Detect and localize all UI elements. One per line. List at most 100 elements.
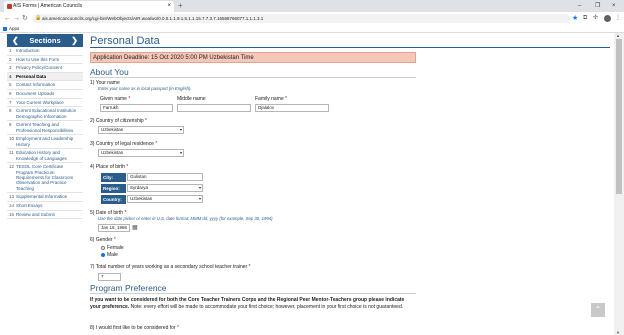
question-citizenship: 2) Country of citizenship *	[90, 118, 147, 124]
question-birthplace: 4) Place of birth *	[90, 164, 128, 170]
item-label: Supplemental Information	[16, 194, 68, 200]
item-label: Contact Information	[16, 82, 56, 88]
item-number: 15	[9, 211, 15, 217]
sidebar-item-education[interactable]: 11 Education History and Knowledge of Lan…	[7, 149, 83, 164]
close-window-button[interactable]: ×	[612, 0, 616, 12]
page-content: ❮ Sections ❯ 1 Introduction 2 How to Use t…	[0, 33, 624, 335]
chevron-down-icon: ▾	[179, 150, 182, 155]
browser-tab[interactable]: AIS Forms | American Councils ×	[4, 1, 174, 12]
address-bar[interactable]: 🔒 ais.americancouncils.org/cgi-bin/WebOb…	[32, 14, 570, 23]
item-label: Current Educational Institution Demograp…	[16, 108, 77, 119]
required-mark: *	[113, 237, 116, 243]
calendar-icon[interactable]: ▦	[132, 224, 138, 231]
item-label: Short Essays	[16, 203, 43, 209]
item-number: 5	[9, 82, 12, 88]
apps-label: Apps	[9, 26, 20, 31]
program-preference-heading: Program Preference	[90, 283, 416, 294]
chevron-down-icon: ▾	[198, 196, 201, 201]
bookmark-star-icon[interactable]: ★	[572, 12, 578, 25]
sidebar-item-uploads[interactable]: 6 Document Uploads	[7, 90, 83, 99]
sidebar-item-privacy[interactable]: 3 Privacy Policy/Consent	[7, 64, 83, 73]
sidebar-item-personal-data[interactable]: 4 Personal Data	[7, 72, 83, 82]
sidebar-item-essays[interactable]: 14 Short Essays	[7, 202, 83, 211]
question-name: 1) Your name Enter your name as in local…	[90, 80, 192, 92]
gender-male-radio[interactable]: Male	[101, 252, 118, 258]
sections-header: ❮ Sections ❯	[7, 34, 83, 47]
item-number: 12	[9, 164, 15, 170]
new-tab-button[interactable]: +	[178, 1, 183, 11]
years-trainer-input[interactable]: 7	[98, 273, 121, 281]
extension-icon[interactable]: ⧉	[583, 12, 587, 25]
sidebar-item-workplace[interactable]: 7 Your Current Workplace	[7, 99, 83, 108]
required-mark: *	[248, 264, 251, 270]
birth-country-select[interactable]: Uzbekistan ▾	[127, 195, 203, 203]
item-label: Education History and Knowledge of Langu…	[16, 150, 67, 161]
scrollbar-thumb[interactable]	[616, 39, 622, 194]
apps-bookmark[interactable]: Apps	[3, 25, 19, 33]
puzzle-icon[interactable]: ✣	[593, 12, 598, 25]
sidebar-item-employment[interactable]: 10 Employment and Leadership History	[7, 135, 83, 150]
family-name-input[interactable]: Djalalov	[255, 104, 329, 112]
label-text: Family name	[255, 96, 284, 102]
citizenship-select[interactable]: Uzbekistan ▾	[98, 126, 184, 134]
radio-label: Male	[107, 252, 118, 258]
page-scrollbar[interactable]: ▲ ▼	[614, 33, 624, 335]
prev-section-icon[interactable]: ❮	[12, 34, 19, 47]
back-icon[interactable]: ←	[4, 12, 11, 25]
residence-select[interactable]: Uzbekistan ▾	[98, 149, 184, 157]
item-number: 14	[9, 203, 15, 209]
item-label: Employment and Leadership History	[16, 136, 74, 147]
item-number: 1	[9, 48, 12, 54]
city-input[interactable]: Gulistan	[127, 173, 203, 181]
chevron-up-icon: ⌃	[594, 305, 602, 314]
gender-female-radio[interactable]: Female	[101, 245, 124, 251]
sidebar-item-tesol[interactable]: 12 TESOL Core Certificate Program Practic…	[7, 163, 83, 194]
required-mark: *	[126, 164, 129, 170]
sidebar-item-how-to-use[interactable]: 2 How to Use this Form	[7, 56, 83, 65]
page-title: Personal Data	[90, 33, 610, 48]
required-mark: *	[155, 141, 158, 147]
item-label: How to Use this Form	[16, 56, 60, 62]
sidebar-item-supplemental[interactable]: 13 Supplemental Information	[7, 193, 83, 202]
profile-avatar-icon[interactable]	[604, 15, 611, 22]
item-number: 11	[9, 150, 14, 156]
menu-dots-icon[interactable]: ⋮	[615, 12, 621, 25]
maximize-button[interactable]: ❐	[595, 0, 600, 12]
select-value: Uzbekistan	[101, 150, 124, 155]
question-gender: 6) Gender *	[90, 237, 116, 243]
item-label: Your Current Workplace	[16, 99, 64, 105]
program-preference-text: If you want to be considered for both th…	[90, 297, 416, 311]
item-label: Current Teaching and Professional Respon…	[16, 122, 74, 133]
radio-checked-icon	[101, 252, 105, 257]
forward-icon[interactable]: →	[13, 12, 20, 25]
bookmarks-bar: Apps	[0, 25, 624, 33]
next-section-icon[interactable]: ❯	[71, 34, 78, 47]
question-label: 3) Country of legal residence	[90, 141, 154, 147]
tab-close-icon[interactable]: ×	[167, 1, 171, 12]
radio-label: Female	[107, 245, 124, 251]
region-select[interactable]: Syrdarya ▾	[127, 184, 203, 192]
reload-icon[interactable]: ↻	[22, 12, 28, 25]
sidebar-item-review[interactable]: 15 Review and Submit	[7, 211, 83, 220]
scroll-up-icon[interactable]: ▲	[616, 33, 620, 38]
sidebar-item-contact[interactable]: 5 Contact Information	[7, 81, 83, 90]
select-value: Uzbekistan	[130, 196, 153, 201]
region-label: Region:	[101, 184, 126, 193]
sidebar-item-introduction[interactable]: 1 Introduction	[7, 47, 83, 56]
sections-title: Sections	[29, 36, 61, 45]
back-to-top-button[interactable]: ⌃	[591, 303, 605, 317]
city-label: City:	[101, 173, 126, 182]
required-mark: *	[128, 96, 131, 102]
scroll-down-icon[interactable]: ▼	[616, 330, 620, 335]
deadline-banner: Application Deadline: 15 Oct 2020 5:00 P…	[90, 52, 416, 63]
browser-tab-bar: AIS Forms | American Councils × + – ❐ ×	[0, 0, 624, 12]
sidebar-item-teaching[interactable]: 9 Current Teaching and Professional Respo…	[7, 121, 83, 136]
middle-name-input[interactable]	[177, 104, 251, 112]
about-you-heading: About You	[90, 67, 416, 78]
item-label: Privacy Policy/Consent	[16, 65, 63, 71]
item-number: 13	[9, 194, 15, 200]
given-name-input[interactable]: Farrukh	[100, 104, 173, 112]
sidebar-item-institution[interactable]: 8 Current Educational Institution Demogra…	[7, 107, 83, 122]
minimize-button[interactable]: –	[578, 0, 581, 12]
dob-input[interactable]: Jan 16, 1986	[98, 224, 130, 232]
